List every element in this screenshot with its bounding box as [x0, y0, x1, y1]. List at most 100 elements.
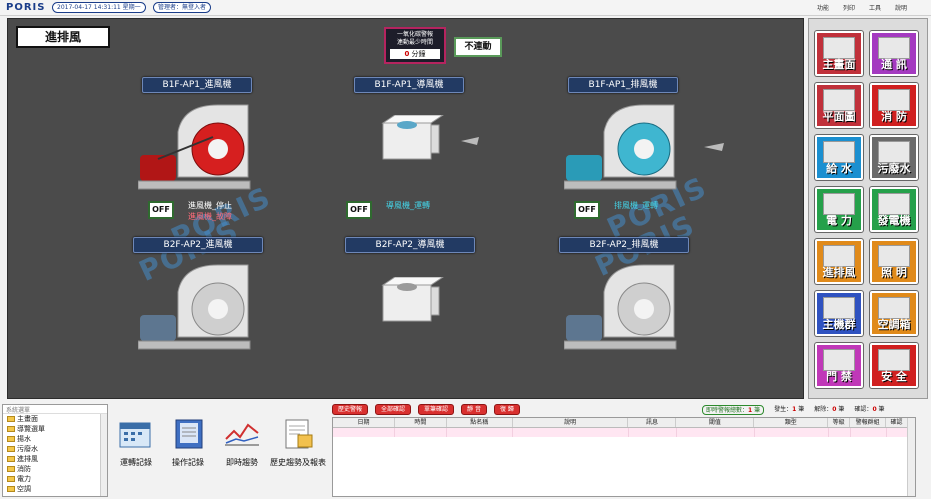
tree-item[interactable]: 電力 [3, 474, 107, 484]
table-cell [447, 428, 513, 437]
nav-button-0[interactable]: 主畫面 [815, 31, 863, 76]
tool-history-trend-report-label: 歷史趨勢及報表 [270, 458, 326, 467]
label-b1f-guide: B1F-AP1_導風機 [354, 77, 464, 93]
column-header[interactable]: 日期 [333, 418, 395, 427]
tree-item[interactable]: 消防 [3, 464, 107, 474]
intake-switch[interactable]: OFF [148, 201, 174, 219]
tree-item-label: 污廢水 [17, 445, 38, 453]
intake-stop-status: 進風機_停止 [188, 201, 232, 210]
nav-button-4[interactable]: 給 水 [815, 135, 863, 180]
tree-item-label: 電力 [17, 475, 31, 483]
alarm-table-header: 日期時間點名稱說明訊息閾值類型等級警報群組確認操作者 [333, 418, 916, 446]
table-row[interactable] [333, 428, 915, 437]
tool-history-trend-report[interactable]: 歷史趨勢及報表 [268, 417, 328, 468]
folder-icon [7, 456, 15, 462]
nav-button-label: 污廢水 [877, 162, 911, 175]
tree-item[interactable]: 空調 [3, 484, 107, 494]
tree-item[interactable]: 揚水 [3, 434, 107, 444]
datetime-display: 2017-04-17 14:31:11 星期一 [52, 2, 146, 13]
alarm-table: 日期時間點名稱說明訊息閾值類型等級警報群組確認操作者 [332, 417, 916, 497]
column-header[interactable]: 類型 [754, 418, 829, 427]
nav-button-label: 主畫面 [822, 58, 856, 71]
page-title: 進排風 [16, 26, 110, 48]
column-header[interactable]: 等級 [828, 418, 851, 427]
nav-button-5[interactable]: 污廢水 [870, 135, 918, 180]
tool-run-log[interactable]: 運轉記錄 [112, 417, 160, 468]
folder-icon [7, 486, 15, 492]
nav-button-11[interactable]: 空調箱 [870, 291, 918, 336]
mute-button[interactable]: 靜 音 [461, 404, 487, 415]
nav-button-label: 消 防 [881, 110, 907, 123]
b2f-guide-fan-icon[interactable] [381, 277, 451, 331]
menu-help[interactable]: 說明 [895, 3, 907, 12]
tree-item[interactable]: 主畫面 [3, 414, 107, 424]
guide-switch[interactable]: OFF [346, 201, 372, 219]
column-header[interactable]: 說明 [513, 418, 629, 427]
tree-item[interactable]: 進排風 [3, 454, 107, 464]
nav-button-2[interactable]: 平面圖 [815, 83, 863, 128]
nav-button-10[interactable]: 主機群 [815, 291, 863, 336]
b1f-guide-fan-icon[interactable] [381, 115, 501, 169]
alarm-table-scrollbar[interactable] [907, 418, 915, 496]
b2f-exhaust-fan-icon[interactable] [564, 257, 684, 357]
co-alarm-value-field[interactable]: 0 分鐘 [390, 49, 440, 59]
tree-item-label: 消防 [17, 465, 31, 473]
label-b2f-exhaust: B2F-AP2_排風機 [559, 237, 689, 253]
folder-icon [7, 446, 15, 452]
column-header[interactable]: 確認 [886, 418, 909, 427]
table-cell [887, 428, 909, 437]
nav-button-label: 安 全 [881, 370, 907, 383]
menu-bar: 功能 列印 工具 說明 [817, 3, 907, 12]
trend-chart-icon [225, 423, 259, 446]
tool-run-log-label: 運轉記錄 [120, 458, 152, 467]
menu-function[interactable]: 功能 [817, 3, 829, 12]
nav-button-7[interactable]: 發電機 [870, 187, 918, 232]
tool-operation-log[interactable]: 操作記錄 [164, 417, 212, 468]
table-cell [851, 428, 887, 437]
nav-button-9[interactable]: 照 明 [870, 239, 918, 284]
system-tree: 系統選單 主畫面 導覽選單 揚水 污廢水 進排風 消防 電力 空調 [2, 404, 108, 497]
b1f-intake-fan-icon[interactable] [138, 97, 258, 197]
tree-scrollbar[interactable] [100, 414, 107, 496]
tree-item-label: 導覽選單 [17, 425, 45, 433]
tool-realtime-trend-label: 即時趨勢 [226, 458, 258, 467]
history-alarm-button[interactable]: 歷史警報 [332, 404, 369, 415]
occur-count: 發生：1 筆 [774, 406, 805, 413]
nav-button-8[interactable]: 進排風 [815, 239, 863, 284]
folder-icon [7, 426, 15, 432]
top-bar: PORIS 2017-04-17 14:31:11 星期一 管理者：無登入者 功… [0, 0, 931, 16]
nav-button-1[interactable]: 通 訊 [870, 31, 918, 76]
guide-run-status: 導風機_運轉 [386, 201, 430, 210]
exhaust-switch[interactable]: OFF [574, 201, 600, 219]
tree-item-label: 進排風 [17, 455, 38, 463]
confirm-all-button[interactable]: 全部確認 [375, 404, 412, 415]
b2f-intake-fan-icon[interactable] [138, 257, 258, 357]
menu-tools[interactable]: 工具 [869, 3, 881, 12]
reset-button[interactable]: 復 歸 [493, 404, 520, 415]
recover-count: 解除：0 筆 [814, 406, 845, 413]
calendar-icon [119, 422, 151, 448]
nav-button-3[interactable]: 消 防 [870, 83, 918, 128]
b1f-exhaust-fan-icon[interactable] [564, 97, 744, 197]
column-header[interactable]: 點名稱 [447, 418, 513, 427]
column-header[interactable]: 訊息 [628, 418, 677, 427]
alarm-toolbar: 歷史警報 全部確認 單筆確認 靜 音 復 歸 [332, 404, 520, 415]
confirm-one-button[interactable]: 單筆確認 [418, 404, 455, 415]
menu-print[interactable]: 列印 [843, 3, 855, 12]
nav-button-6[interactable]: 電 力 [815, 187, 863, 232]
not-linked-button[interactable]: 不連動 [454, 37, 502, 57]
ack-count: 確認：0 筆 [854, 406, 885, 413]
tool-realtime-trend[interactable]: 即時趨勢 [216, 417, 268, 468]
operator-display: 管理者：無登入者 [153, 2, 212, 13]
column-header[interactable]: 時間 [395, 418, 447, 427]
folder-icon [7, 416, 15, 422]
folder-icon [7, 466, 15, 472]
tree-item[interactable]: 污廢水 [3, 444, 107, 454]
column-header[interactable]: 警報群組 [850, 418, 887, 427]
nav-button-13[interactable]: 安 全 [870, 343, 918, 388]
tree-item-label: 揚水 [17, 435, 31, 443]
nav-button-12[interactable]: 門 禁 [815, 343, 863, 388]
tree-item-label: 空調 [17, 485, 31, 493]
column-header[interactable]: 閾值 [676, 418, 755, 427]
tree-item[interactable]: 導覽選單 [3, 424, 107, 434]
